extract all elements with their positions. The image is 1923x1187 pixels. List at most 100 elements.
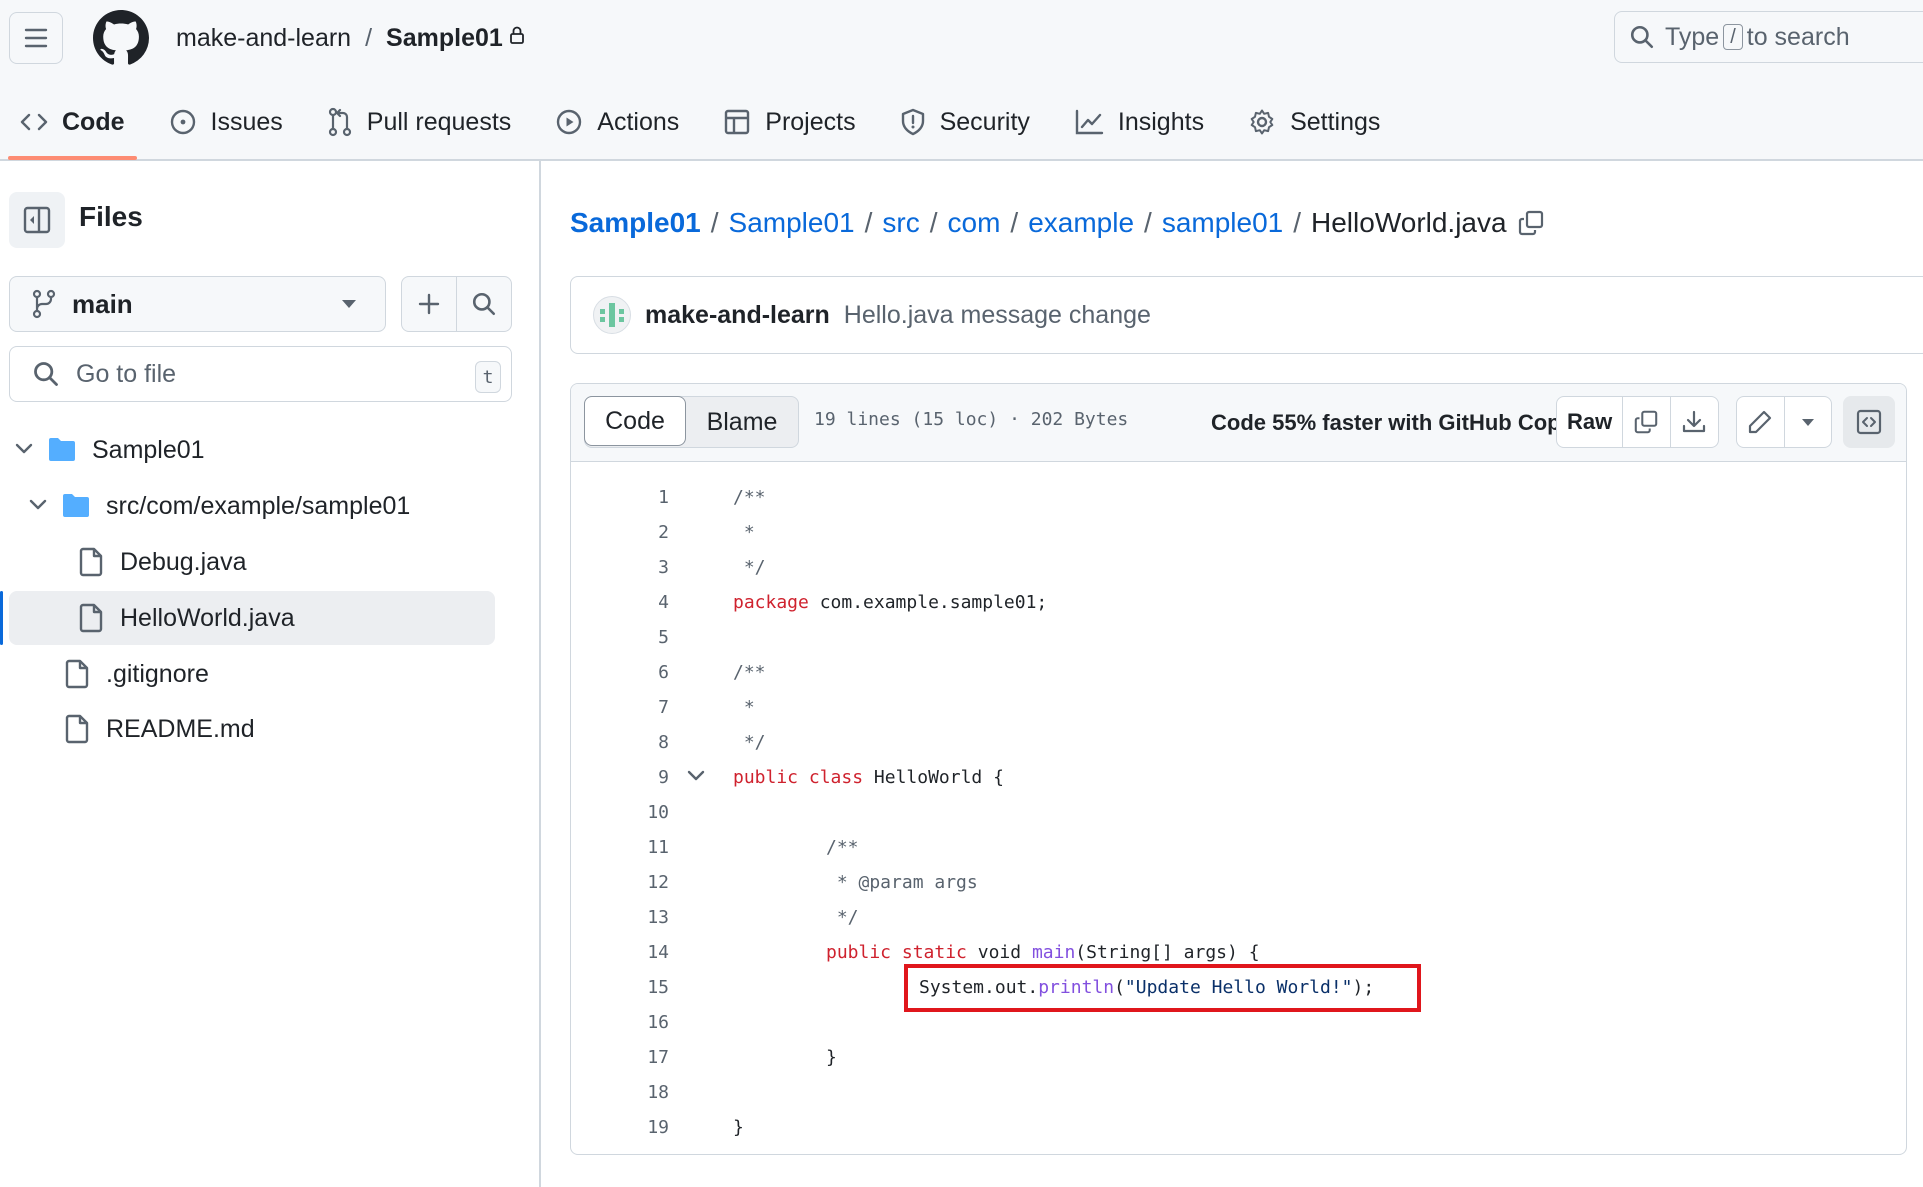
breadcrumb-separator: /	[1010, 207, 1019, 238]
github-logo-icon[interactable]	[93, 10, 149, 66]
download-button[interactable]	[1671, 397, 1718, 447]
line-number[interactable]: 13	[571, 900, 669, 935]
code-text: */	[733, 725, 766, 760]
copy-path-button[interactable]	[1517, 209, 1545, 237]
search-icon	[1630, 25, 1654, 49]
git-branch-icon	[32, 289, 56, 319]
line-number[interactable]: 8	[571, 725, 669, 760]
tree-item-label: HelloWorld.java	[120, 603, 295, 632]
tree-item-file[interactable]: README.md	[9, 702, 495, 756]
line-number[interactable]: 9	[571, 760, 669, 795]
tab-projects[interactable]: Projects	[711, 100, 867, 144]
repo-path: make-and-learn / Sample01	[176, 20, 525, 56]
copy-raw-button[interactable]	[1623, 397, 1671, 447]
symbols-panel-button[interactable]	[1843, 396, 1895, 448]
line-number[interactable]: 5	[571, 620, 669, 655]
tab-actions[interactable]: Actions	[543, 100, 691, 144]
code-text: }	[826, 1040, 837, 1075]
code-text: /**	[733, 480, 766, 515]
edit-file-button[interactable]	[1737, 397, 1785, 447]
breadcrumb-link[interactable]: src	[882, 207, 919, 239]
line-number[interactable]: 15	[571, 970, 669, 1005]
breadcrumb-link[interactable]: Sample01	[729, 207, 855, 239]
breadcrumb-separator: /	[864, 207, 873, 238]
tab-label: Issues	[210, 107, 283, 136]
line-number[interactable]: 1	[571, 480, 669, 515]
breadcrumb-separator: /	[1144, 207, 1152, 238]
code-token: HelloWorld {	[863, 767, 1004, 788]
tab-security[interactable]: Security	[888, 100, 1042, 144]
line-number[interactable]: 4	[571, 585, 669, 620]
tree-item-file[interactable]: .gitignore	[9, 647, 495, 701]
author-avatar[interactable]	[593, 296, 631, 334]
branch-selector[interactable]: main	[9, 276, 386, 332]
edit-actions	[1736, 396, 1832, 448]
code-token: /**	[733, 662, 766, 683]
tab-settings[interactable]: Settings	[1236, 100, 1392, 144]
repo-header: make-and-learn / Sample01 Type / to search…	[0, 0, 1923, 161]
code-line: 6 /**	[571, 655, 1906, 690]
line-number[interactable]: 17	[571, 1040, 669, 1075]
copilot-promo-link[interactable]: Code 55% faster with GitHub Copilot	[1203, 406, 1558, 440]
tree-item-file[interactable]: Debug.java	[9, 535, 495, 589]
blame-view-button[interactable]: Blame	[686, 397, 798, 447]
menu-button[interactable]	[9, 12, 63, 64]
search-code-button[interactable]	[457, 277, 511, 331]
code-line: 9 public class HelloWorld {	[571, 760, 1906, 795]
collapse-sidebar-button[interactable]	[9, 192, 65, 248]
code-token: * @param args	[826, 872, 978, 893]
fold-chevron-icon[interactable]	[686, 760, 706, 795]
edit-options-button[interactable]	[1785, 397, 1832, 447]
tab-pull-requests[interactable]: Pull requests	[315, 100, 524, 144]
tree-item-folder[interactable]: Sample01	[9, 423, 495, 477]
shield-icon	[901, 108, 924, 136]
go-to-file-input[interactable]: Go to file t	[9, 346, 512, 402]
plus-icon	[418, 293, 440, 315]
breadcrumb-repo-link[interactable]: Sample01	[570, 207, 701, 239]
line-number[interactable]: 7	[571, 690, 669, 725]
code-line: 19}	[571, 1110, 1906, 1145]
repo-name-link[interactable]: Sample01	[386, 24, 503, 53]
file-icon	[65, 659, 89, 689]
line-number[interactable]: 11	[571, 830, 669, 865]
breadcrumb-link[interactable]: com	[948, 207, 1001, 239]
repo-owner-link[interactable]: make-and-learn	[176, 24, 351, 53]
code-text: *	[733, 515, 755, 550]
branch-name: main	[72, 288, 133, 319]
tab-label: Actions	[597, 107, 680, 136]
chevron-down-icon[interactable]	[29, 499, 47, 511]
tab-label: Security	[939, 107, 1030, 136]
line-number[interactable]: 19	[571, 1110, 669, 1145]
tree-item-label: .gitignore	[106, 659, 209, 688]
chevron-down-icon[interactable]	[15, 443, 33, 455]
tab-issues[interactable]: Issues	[157, 100, 295, 144]
line-number[interactable]: 10	[571, 795, 669, 830]
commit-author-link[interactable]: make-and-learn	[645, 301, 830, 330]
raw-button[interactable]: Raw	[1557, 397, 1624, 447]
tree-item-folder[interactable]: src/com/example/sample01	[9, 479, 495, 533]
breadcrumb-link[interactable]: sample01	[1162, 207, 1283, 239]
line-number[interactable]: 6	[571, 655, 669, 690]
code-text: /**	[826, 830, 859, 865]
line-number[interactable]: 14	[571, 935, 669, 970]
code-view-button[interactable]: Code	[584, 396, 686, 446]
tree-item-label: Debug.java	[120, 547, 247, 576]
line-number[interactable]: 18	[571, 1075, 669, 1110]
line-number[interactable]: 12	[571, 865, 669, 900]
file-viewer: Code Blame 19 lines (15 loc) · 202 Bytes…	[570, 383, 1907, 1155]
code-token: }	[826, 1047, 837, 1068]
file-breadcrumb: Sample01 / Sample01 / src / com / exampl…	[570, 203, 1545, 243]
breadcrumb-link[interactable]: example	[1028, 207, 1134, 239]
tab-code[interactable]: Code	[8, 100, 137, 160]
code-line: 1 /**	[571, 480, 1906, 515]
line-number[interactable]: 2	[571, 515, 669, 550]
tab-insights[interactable]: Insights	[1062, 100, 1216, 144]
global-search-input[interactable]: Type / to search	[1614, 11, 1923, 63]
line-number[interactable]: 3	[571, 550, 669, 585]
line-number[interactable]: 16	[571, 1005, 669, 1040]
add-file-button[interactable]	[402, 277, 457, 331]
tree-item-file-selected[interactable]: HelloWorld.java	[0, 591, 495, 645]
raw-actions: Raw	[1556, 396, 1719, 448]
commit-message-link[interactable]: Hello.java message change	[844, 301, 1151, 330]
